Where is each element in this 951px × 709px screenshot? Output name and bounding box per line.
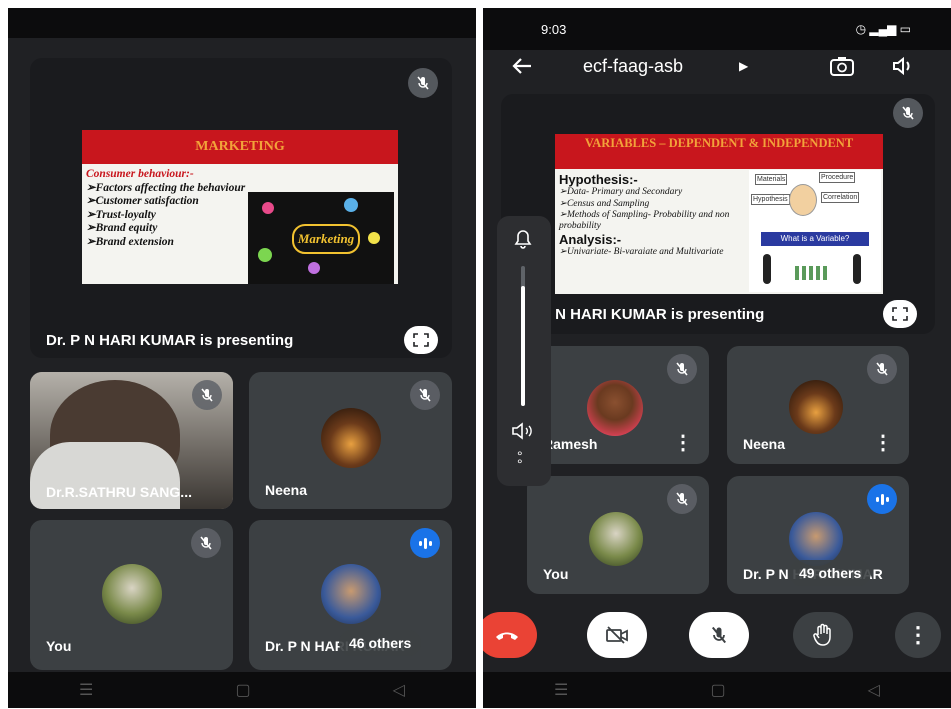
participant-name: You [46, 638, 72, 654]
slide-line: ➢Methods of Sampling- Probability and no… [559, 209, 730, 231]
slide-heading: Hypothesis:- [559, 172, 638, 187]
avatar [587, 380, 643, 436]
mic-off-icon [191, 528, 221, 558]
arrow-back-icon[interactable] [511, 56, 533, 76]
mic-off-icon [893, 98, 923, 128]
left-phone-screen: MARKETING Consumer behaviour:- ➢Factors … [8, 8, 476, 708]
mic-off-icon [711, 626, 727, 644]
fullscreen-icon[interactable] [404, 326, 438, 354]
status-bar [8, 8, 476, 38]
status-icons: ◷ ▂▄▆ ▭ [855, 22, 911, 36]
end-call-button[interactable] [483, 612, 537, 658]
slide-line: ➢Univariate- Bi-varaiate and Multivariat… [559, 247, 724, 258]
participant-name: Neena [265, 482, 308, 498]
participant-name: You [543, 566, 569, 582]
participant-name: Neena [743, 436, 786, 452]
slide-content: Hypothesis:- ➢Data- Primary and Secondar… [559, 172, 749, 259]
participant-name: Ramesh [543, 436, 598, 452]
menu-icon[interactable]: ☰ [554, 680, 568, 700]
presenting-label: Dr. P N HARI KUMAR is presenting [517, 306, 765, 323]
fullscreen-icon[interactable] [883, 300, 917, 328]
volume-icon[interactable] [891, 56, 915, 76]
mic-off-icon [410, 380, 440, 410]
presentation-tile[interactable]: VARIABLES – DEPENDENT & INDEPENDENT Hypo… [501, 94, 935, 334]
camera-off-icon [606, 626, 628, 644]
graphic-caption: What is a Variable? [761, 232, 869, 246]
slide-line: ➢Census and Sampling [559, 198, 650, 209]
menu-icon[interactable]: ☰ [79, 680, 93, 700]
more-vert-icon: ⋮ [907, 622, 929, 647]
marketing-bubble: Marketing [292, 224, 360, 254]
back-nav-icon[interactable]: ◁ [868, 680, 880, 700]
mic-off-icon [667, 354, 697, 384]
slide-line: ➢Brand extension [86, 235, 174, 248]
caret-right-icon[interactable]: ▶ [739, 59, 748, 73]
volume-panel: ° ° [497, 216, 551, 486]
volume-settings-icon[interactable]: ° ° [517, 449, 523, 471]
marketing-graphic: Marketing [248, 192, 394, 284]
mic-off-icon [192, 380, 222, 410]
bell-icon[interactable] [512, 228, 534, 250]
avatar [789, 512, 843, 566]
status-bar: 9:03 ◷ ▂▄▆ ▭ [483, 8, 951, 50]
slide-line: ➢Data- Primary and Secondary [559, 187, 683, 198]
meeting-code[interactable]: ecf-faag-asb [583, 56, 683, 77]
slide-line: ➢Trust-loyalty [86, 208, 156, 221]
avatar [589, 512, 643, 566]
mic-off-icon [667, 484, 697, 514]
participant-name: Dr.R.SATHRU SANG... [46, 484, 192, 500]
back-nav-icon[interactable]: ◁ [393, 680, 405, 700]
end-call-icon [496, 632, 518, 640]
raise-hand-button[interactable] [793, 612, 853, 658]
others-badge[interactable]: 46 others [339, 630, 422, 656]
avatar [102, 564, 162, 624]
more-vert-icon[interactable]: ⋮ [873, 430, 893, 455]
speaking-indicator-icon [410, 528, 440, 558]
slide-content: Consumer behaviour:- ➢Factors affecting … [86, 168, 245, 249]
participant-tile[interactable]: Dr.R.SATHRU SANG... [30, 372, 233, 509]
mic-off-icon [867, 354, 897, 384]
variable-graphic: Materials Procedure Hypothesis Correlati… [749, 170, 881, 292]
participant-tile[interactable]: You [527, 476, 709, 594]
slide-line: ➢Factors affecting the behaviour [86, 181, 246, 194]
avatar [321, 408, 381, 468]
system-nav-bar: ☰ ▢ ◁ [483, 672, 951, 708]
speaking-indicator-icon [867, 484, 897, 514]
more-vert-icon[interactable]: ⋮ [673, 430, 693, 455]
presenting-label: Dr. P N HARI KUMAR is presenting [46, 332, 294, 349]
system-nav-bar: ☰ ▢ ◁ [8, 672, 476, 708]
meeting-header: ecf-faag-asb ▶ [483, 50, 951, 86]
others-badge[interactable]: 49 others [789, 560, 872, 586]
hand-icon [813, 623, 831, 646]
slide-line: ➢Customer satisfaction [86, 195, 199, 208]
shared-slide: VARIABLES – DEPENDENT & INDEPENDENT Hypo… [555, 134, 883, 294]
participant-tile[interactable]: Neena ⋮ [727, 346, 909, 464]
shared-slide: MARKETING Consumer behaviour:- ➢Factors … [82, 130, 398, 284]
mic-off-icon [408, 68, 438, 98]
right-phone-screen: 9:03 ◷ ▂▄▆ ▭ ecf-faag-asb ▶ VARIABLES – … [483, 8, 951, 708]
home-icon[interactable]: ▢ [235, 680, 250, 700]
participant-tile[interactable]: Neena [249, 372, 452, 509]
status-time: 9:03 [541, 22, 567, 37]
participant-tile[interactable]: You [30, 520, 233, 670]
presentation-tile[interactable]: MARKETING Consumer behaviour:- ➢Factors … [30, 58, 452, 358]
slide-line: ➢Brand equity [86, 222, 158, 235]
participant-tile[interactable]: Dr. P N HARI KUMAR 49 others [727, 476, 909, 594]
volume-slider[interactable] [521, 266, 525, 406]
avatar [321, 564, 381, 624]
participant-tile[interactable]: Dr. P N HARI KUMAR 46 others [249, 520, 452, 670]
slide-title: MARKETING [82, 130, 398, 164]
slide-heading: Analysis:- [559, 232, 622, 248]
camera-switch-icon[interactable] [829, 54, 855, 78]
slide-title: VARIABLES – DEPENDENT & INDEPENDENT [555, 134, 883, 169]
more-options-button[interactable]: ⋮ [895, 612, 941, 658]
participant-tile[interactable]: Ramesh ⋮ [527, 346, 709, 464]
mic-toggle-button[interactable] [689, 612, 749, 658]
home-icon[interactable]: ▢ [710, 680, 725, 700]
camera-toggle-button[interactable] [587, 612, 647, 658]
speaker-icon[interactable] [511, 422, 537, 440]
avatar [789, 380, 843, 434]
slide-line: Consumer behaviour:- [86, 168, 194, 180]
